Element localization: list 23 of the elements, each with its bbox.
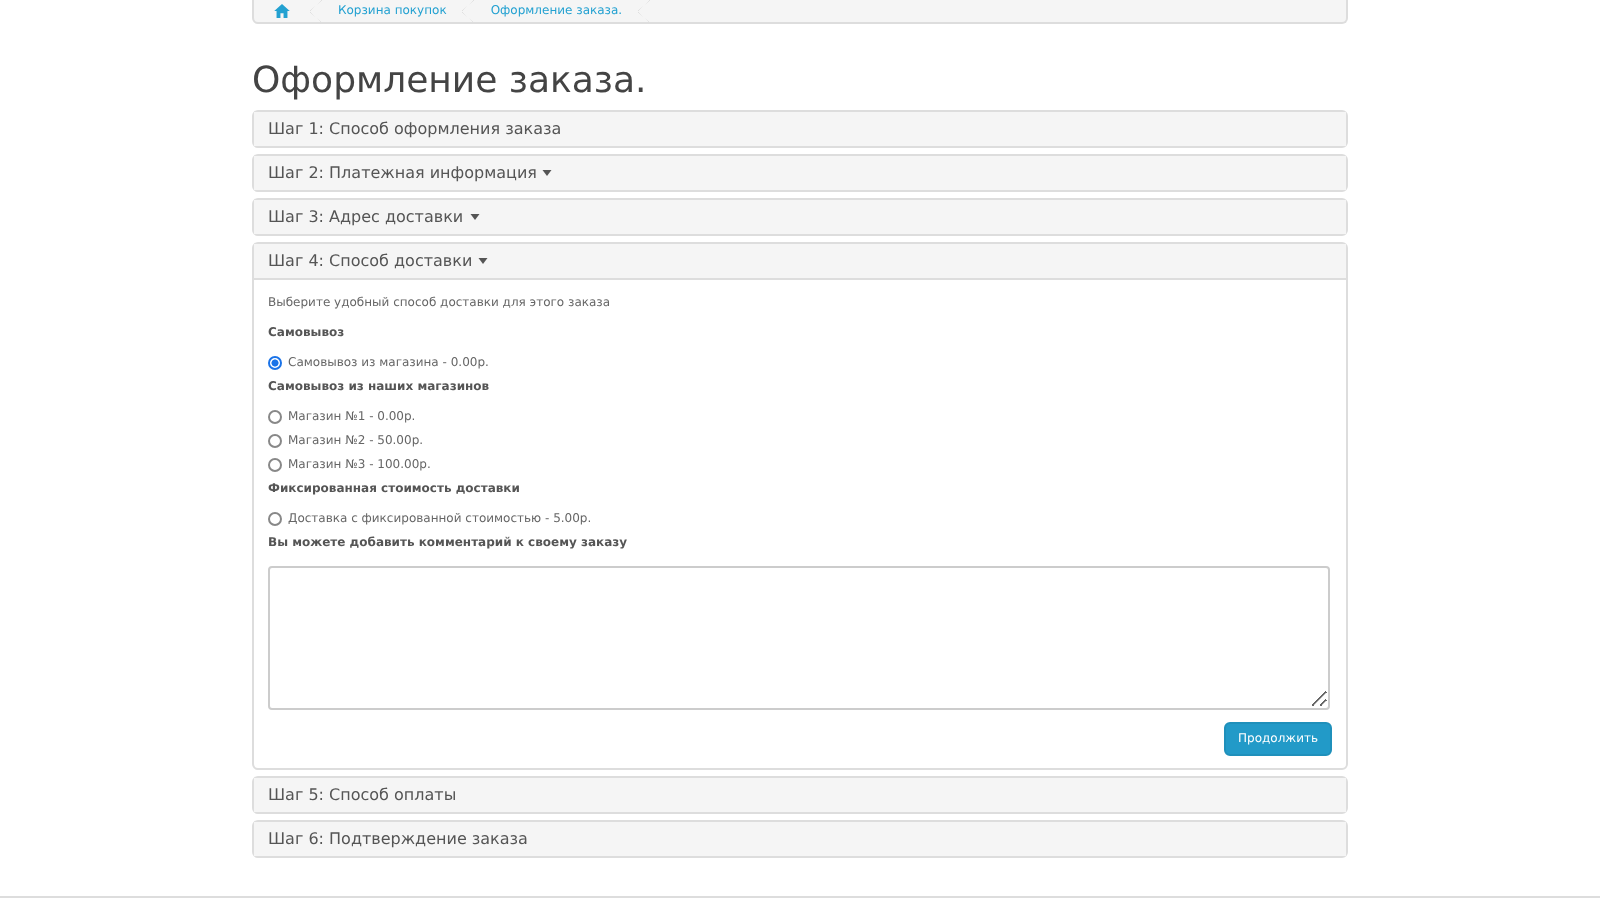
radio-button[interactable] [268,512,282,526]
caret-icon [542,170,553,176]
step-header[interactable]: Шаг 3: Адрес доставки [254,200,1346,234]
radio-button[interactable] [268,410,282,424]
step-header[interactable]: Шаг 5: Способ оплаты [254,778,1346,812]
radio-button[interactable] [268,356,282,370]
step-title: Шаг 6: Подтверждение заказа [268,830,528,848]
step-title: Шаг 5: Способ оплаты [268,786,457,804]
step-title: Шаг 1: Способ оформления заказа [268,120,562,138]
caret-icon [478,258,489,264]
step-header[interactable]: Шаг 4: Способ доставки [254,244,1346,280]
step-header[interactable]: Шаг 6: Подтверждение заказа [254,822,1346,856]
comment-field[interactable] [268,566,1330,710]
page-title: Оформление заказа. [252,60,649,104]
step-title: Шаг 2: Платежная информация [268,164,537,182]
step-title: Шаг 4: Способ доставки [268,252,473,270]
step-title: Шаг 3: Адрес доставки [268,208,464,226]
step-header[interactable]: Шаг 1: Способ оформления заказа [254,112,1346,146]
home-icon[interactable] [274,4,290,18]
radio-button[interactable] [268,458,282,472]
radio-button[interactable] [268,434,282,448]
caret-icon [469,214,480,220]
step-header[interactable]: Шаг 2: Платежная информация [254,156,1346,190]
